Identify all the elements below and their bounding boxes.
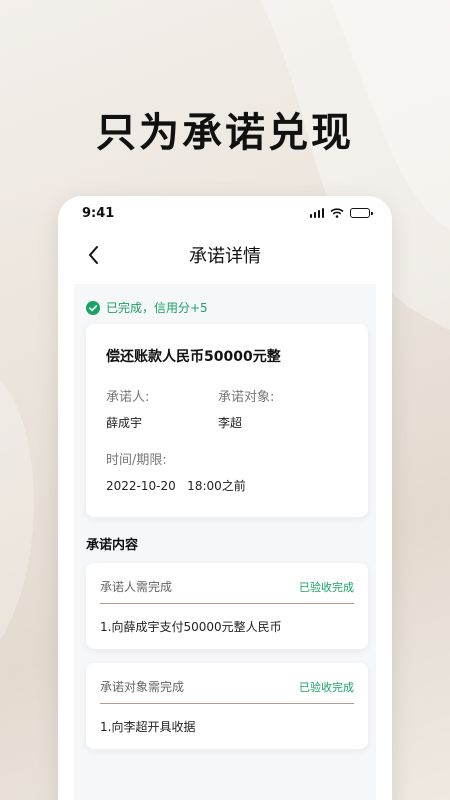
promisor-label: 承诺人: [106,390,150,405]
battery-icon [350,208,373,218]
deadline-label: 时间/期限: [106,453,167,468]
party-row: 承诺人: 薛成宇 承诺对象: 李超 [106,386,348,431]
target-value: 李超 [218,416,243,430]
promo-title: 只为承诺兑现 [96,110,354,156]
status-time: 9:41 [82,205,115,221]
requirement-status: 已验收完成 [299,680,354,694]
promisor-field: 承诺人: 薛成宇 [106,386,218,431]
requirement-header: 承诺人需完成 已验收完成 [100,563,354,604]
requirement-detail: 1.向薛成宇支付50000元整人民币 [100,620,282,634]
status-icons [309,208,373,218]
deadline-field: 时间/期限: 2022-10-20 18:00之前 [106,449,348,494]
completion-status: 已完成，信用分+5 [74,284,376,316]
check-circle-icon [86,300,100,315]
nav-bar: 承诺详情 [58,230,392,280]
requirement-detail: 1.向李超开具收据 [100,720,196,734]
phone-frame: 9:41 承诺详情 已完成，信用分+5 偿还账款人民币50000元整 承诺人: … [58,196,392,800]
page-title: 承诺详情 [189,246,261,267]
requirement-header: 承诺对象需完成 已验收完成 [100,663,354,704]
requirement-label: 承诺对象需完成 [100,680,185,694]
requirement-card-target[interactable]: 承诺对象需完成 已验收完成 1.向李超开具收据 [86,663,368,749]
promise-summary-card: 偿还账款人民币50000元整 承诺人: 薛成宇 承诺对象: 李超 时间/期限: … [86,324,368,517]
requirement-card-promisor[interactable]: 承诺人需完成 已验收完成 1.向薛成宇支付50000元整人民币 [86,563,368,649]
signal-icon [309,208,324,218]
back-arrow-icon[interactable] [82,243,106,267]
section-title: 承诺内容 [86,538,139,553]
completion-text: 已完成，信用分+5 [106,301,208,315]
promisor-value: 薛成宇 [106,416,143,430]
target-field: 承诺对象: 李超 [218,386,330,431]
target-label: 承诺对象: [218,390,275,405]
deadline-value: 2022-10-20 18:00之前 [106,479,246,493]
promise-headline: 偿还账款人民币50000元整 [106,349,281,365]
wifi-icon [330,208,344,218]
detail-content: 已完成，信用分+5 偿还账款人民币50000元整 承诺人: 薛成宇 承诺对象: … [74,284,376,800]
status-bar: 9:41 [58,196,392,230]
requirement-status: 已验收完成 [299,580,354,594]
requirement-label: 承诺人需完成 [100,580,173,594]
